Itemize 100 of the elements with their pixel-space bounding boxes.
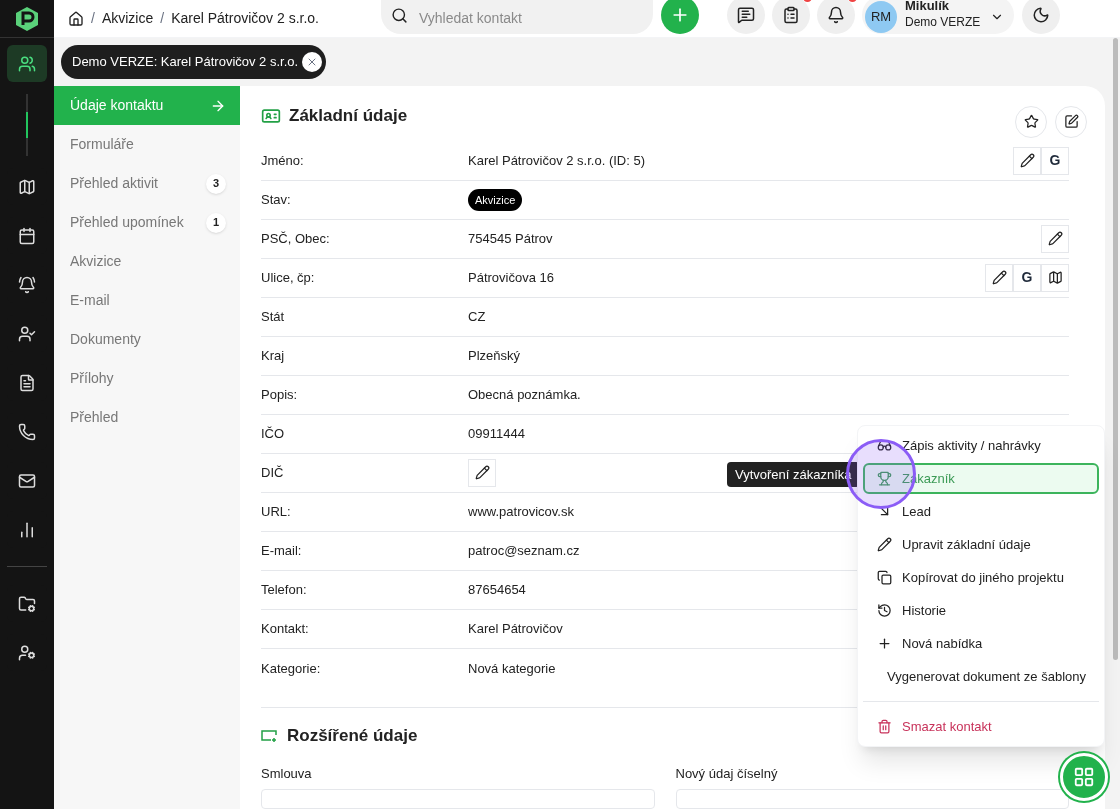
notifications-button[interactable] xyxy=(817,0,855,34)
plus-icon xyxy=(877,636,892,651)
nav-item[interactable]: Přehled upomínek 1 xyxy=(54,203,240,242)
field-value: www.patrovicov.sk xyxy=(468,503,574,522)
edit-button[interactable] xyxy=(1013,146,1041,175)
search-field[interactable]: Vyhledat kontakt xyxy=(381,0,653,34)
bell-icon xyxy=(18,275,36,294)
tab-label: Demo VERZE: Karel Pátrovičov 2 s.r.o. xyxy=(72,53,299,72)
menu-item[interactable]: Vygenerovat dokument ze šablony xyxy=(863,661,1099,692)
field-label: E-mail: xyxy=(261,542,303,561)
field-value: Pátrovičova 16 xyxy=(468,269,554,288)
extended-data-icon xyxy=(261,729,279,742)
field-value: CZ xyxy=(468,308,486,327)
phone-icon xyxy=(18,422,36,441)
section-title: Rozšířené údaje xyxy=(287,724,418,747)
field-label: IČO xyxy=(261,425,286,444)
moon-icon xyxy=(1032,5,1051,24)
user-menu-button[interactable]: RM Mikulík Demo VERZE xyxy=(862,0,1015,34)
field-label: Jméno: xyxy=(261,152,305,171)
nav-item[interactable]: Přehled aktivit 3 xyxy=(54,164,240,203)
edit-button[interactable] xyxy=(985,263,1013,292)
breadcrumb-separator: / xyxy=(160,9,165,28)
clipboard-icon xyxy=(782,5,800,24)
menu-item[interactable]: Historie xyxy=(863,595,1099,626)
theme-toggle-button[interactable] xyxy=(1022,0,1061,34)
status-badge: Akvizice xyxy=(468,188,523,212)
apps-button[interactable] xyxy=(1060,753,1108,801)
avatar: RM xyxy=(865,0,897,33)
nav-item[interactable]: Formuláře xyxy=(54,125,240,164)
field-label: Stát xyxy=(261,308,286,327)
field-value: Karel Pátrovičov xyxy=(468,620,563,639)
copy-icon xyxy=(877,570,892,585)
add-button[interactable] xyxy=(661,0,699,34)
field-label: Telefon: xyxy=(261,581,308,600)
document-icon xyxy=(18,373,36,392)
menu-item[interactable]: Kopírovat do jiného projektu xyxy=(863,562,1099,593)
open-tab-chip[interactable]: Demo VERZE: Karel Pátrovičov 2 s.r.o. xyxy=(61,45,327,79)
tasks-button[interactable] xyxy=(772,0,810,34)
nav-item[interactable]: Přehled xyxy=(54,398,240,437)
nav-item[interactable]: E-mail xyxy=(54,281,240,320)
edit-icon xyxy=(1063,114,1079,130)
field-value: 754545 Pátrov xyxy=(468,230,553,249)
field-value: Obecná poznámka. xyxy=(468,386,581,405)
breadcrumb-link[interactable]: Karel Pátrovičov 2 s.r.o. xyxy=(171,8,319,29)
user-settings-icon xyxy=(18,643,36,662)
field-label: PSČ, Obec: xyxy=(261,230,331,249)
field-label: Popis: xyxy=(261,386,299,405)
bar-chart-icon xyxy=(18,520,36,539)
trash-icon xyxy=(877,719,892,734)
user-check-icon xyxy=(18,324,36,343)
field-value: Karel Pátrovičov 2 s.r.o. (ID: 5) xyxy=(468,152,645,171)
field-value: patroc@seznam.cz xyxy=(468,542,580,561)
pencil-icon xyxy=(474,465,490,481)
logo-icon xyxy=(15,5,39,32)
field-value: Nová kategorie xyxy=(468,659,556,678)
google-button[interactable]: G xyxy=(1013,263,1041,292)
map-icon xyxy=(1047,270,1063,286)
calendar-icon xyxy=(18,226,36,245)
rail-button[interactable] xyxy=(7,45,47,82)
field-label: URL: xyxy=(261,503,292,522)
history-icon xyxy=(877,603,892,618)
menu-item[interactable]: Smazat kontakt xyxy=(863,711,1099,742)
nav-item[interactable]: Akvizice xyxy=(54,242,240,281)
menu-item[interactable]: Upravit základní údaje xyxy=(863,529,1099,560)
users-icon xyxy=(18,54,36,73)
search-icon xyxy=(391,6,408,24)
nav-item[interactable]: Dokumenty xyxy=(54,320,240,359)
pencil-icon xyxy=(991,270,1007,286)
menu-item[interactable]: Nová nabídka xyxy=(863,628,1099,659)
field-label: Kategorie: xyxy=(261,659,322,678)
folder-settings-icon xyxy=(18,594,36,613)
input-field[interactable] xyxy=(261,789,655,809)
count-badge: 1 xyxy=(206,212,226,233)
pencil-icon xyxy=(877,537,892,552)
menu-item[interactable]: Zápis aktivity / nahrávky xyxy=(863,430,1099,461)
field-label: Smlouva xyxy=(261,764,313,783)
nav-item[interactable]: Přílohy xyxy=(54,359,240,398)
field-label: DIČ xyxy=(261,464,285,483)
pencil-icon xyxy=(1047,231,1063,247)
grid-icon xyxy=(1073,766,1095,788)
breadcrumb-link[interactable]: Akvizice xyxy=(101,8,154,29)
edit-button[interactable] xyxy=(1041,224,1069,253)
home-icon[interactable] xyxy=(68,10,84,27)
field-label: Kontakt: xyxy=(261,620,310,639)
field-label: Ulice, čp: xyxy=(261,269,316,288)
edit-button[interactable] xyxy=(468,458,496,487)
count-badge: 3 xyxy=(206,173,226,194)
field-label: Stav: xyxy=(261,191,292,210)
menu-item[interactable]: Lead xyxy=(863,496,1099,527)
star-icon xyxy=(1023,114,1039,130)
close-button[interactable] xyxy=(302,52,323,72)
google-button[interactable]: G xyxy=(1041,146,1069,175)
map-icon xyxy=(18,177,36,196)
chat-button[interactable] xyxy=(727,0,765,34)
chat-icon xyxy=(737,5,755,24)
trophy-icon xyxy=(877,471,892,486)
field-value: 09911444 xyxy=(468,425,525,444)
bell-icon xyxy=(827,5,845,24)
map-button[interactable] xyxy=(1041,263,1069,292)
input-field[interactable] xyxy=(675,789,1069,809)
